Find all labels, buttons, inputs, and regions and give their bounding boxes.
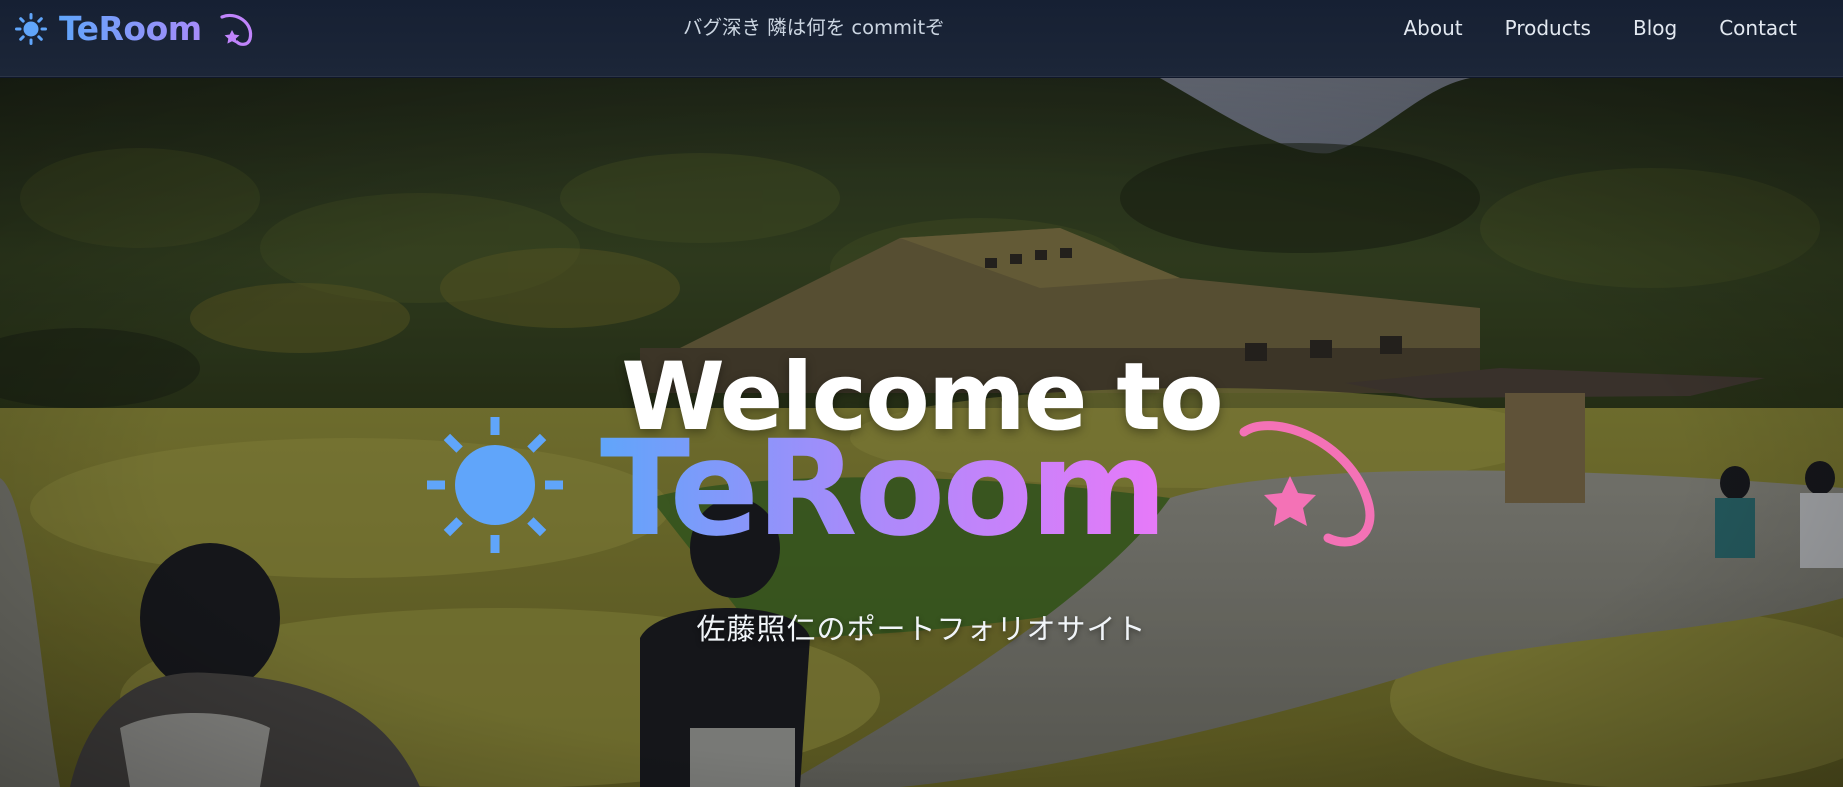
sun-icon [427, 417, 563, 553]
nav-link-products[interactable]: Products [1505, 12, 1591, 44]
hero-brand-name: TeRoom [600, 412, 1168, 566]
hero-logo: TeRoom [0, 415, 1843, 565]
hero-subtitle: 佐藤照仁のポートフォリオサイト [696, 612, 1147, 646]
sun-icon [15, 13, 47, 45]
nav-link-blog[interactable]: Blog [1633, 12, 1677, 44]
nav-link-about[interactable]: About [1403, 12, 1462, 44]
shooting-star-icon [220, 13, 252, 46]
hero-section: Welcome to TeRoom 佐藤照仁のポートフォリオサイト [0, 78, 1843, 787]
main-nav: About Products Blog Contact [1403, 12, 1797, 44]
brand-name: TeRoom [59, 9, 202, 48]
site-tagline: バグ深き 隣は何を commitぞ [683, 16, 945, 39]
site-header: TeRoom バグ深き 隣は何を commitぞ About Products … [0, 0, 1843, 77]
shooting-star-icon [1239, 421, 1375, 547]
brand-home-link[interactable]: TeRoom [14, 8, 256, 50]
nav-link-contact[interactable]: Contact [1719, 12, 1797, 44]
